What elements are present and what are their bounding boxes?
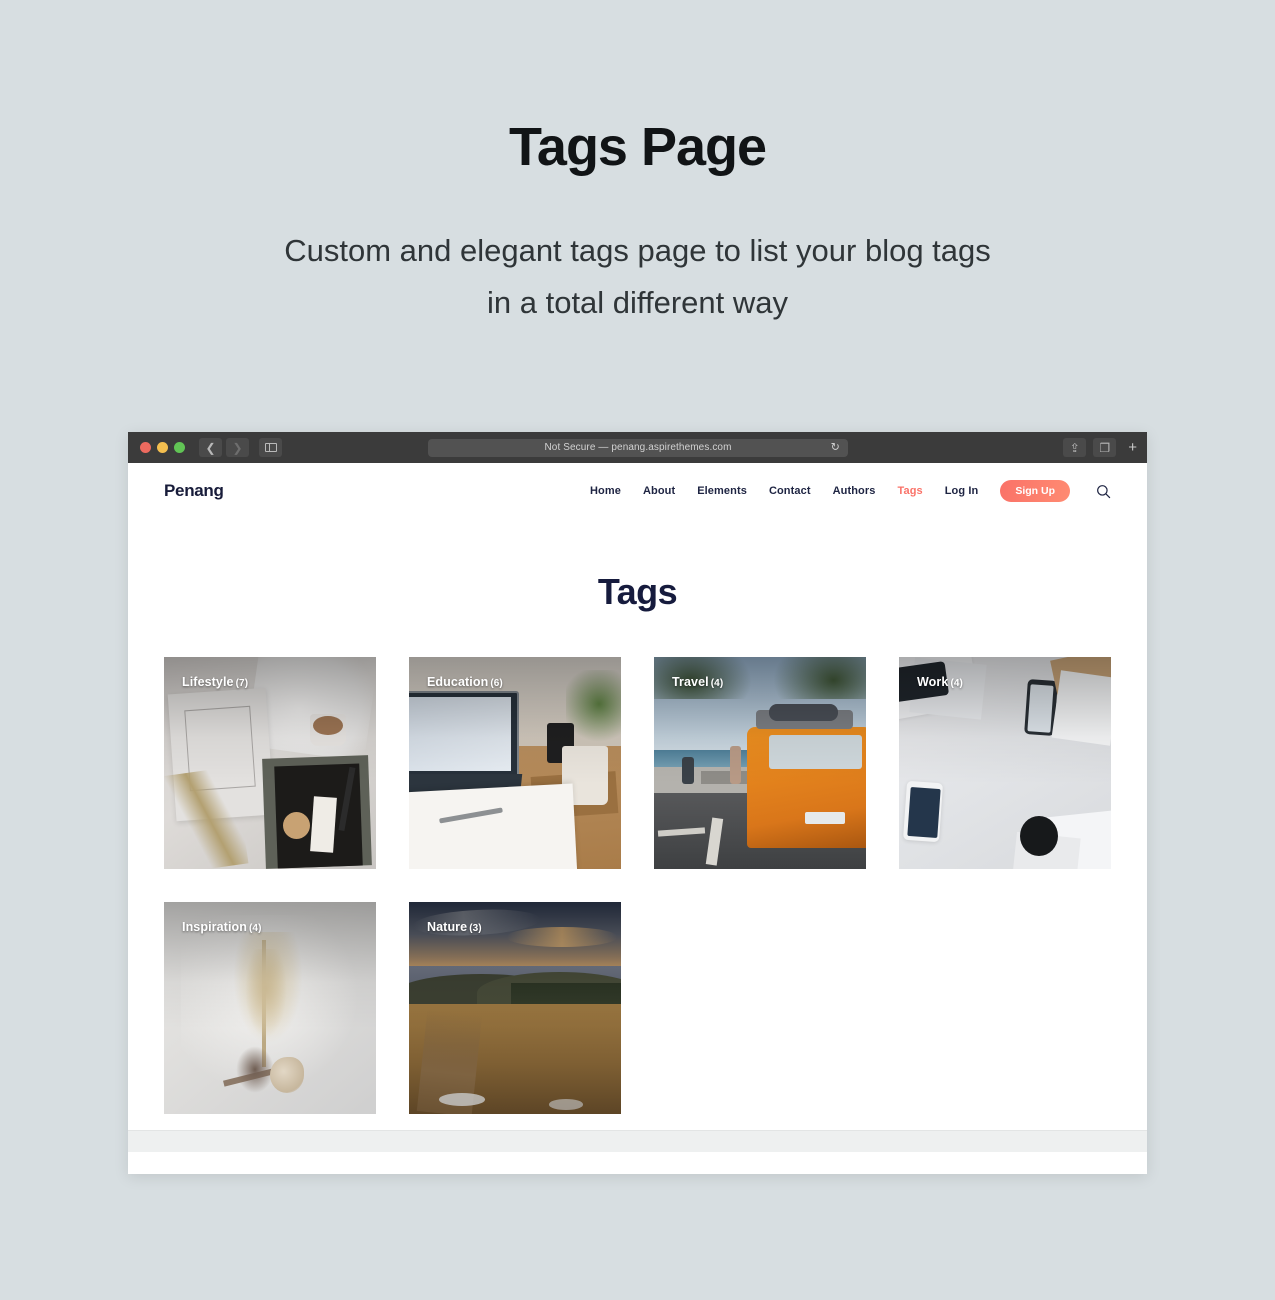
tag-label-travel: Travel (4)	[672, 675, 723, 689]
tag-card-nature[interactable]: Nature (3)	[409, 902, 621, 1114]
tag-count: (4)	[950, 678, 963, 689]
close-window-button[interactable]	[140, 442, 151, 453]
reload-icon[interactable]: ↻	[831, 442, 840, 453]
site-navbar: Penang Home About Elements Contact Autho…	[128, 463, 1147, 519]
tag-label-nature: Nature (3)	[427, 920, 482, 934]
window-controls[interactable]	[140, 442, 185, 453]
tag-card-travel[interactable]: Travel (4)	[654, 657, 866, 869]
tag-name: Inspiration	[182, 920, 247, 934]
tag-card-education[interactable]: Education (6)	[409, 657, 621, 869]
nav-item-tags[interactable]: Tags	[897, 485, 922, 497]
nav-item-home[interactable]: Home	[590, 485, 621, 497]
website-viewport: Penang Home About Elements Contact Autho…	[128, 463, 1147, 1152]
share-icon[interactable]: ⇪	[1063, 438, 1087, 457]
tag-count: (6)	[490, 678, 503, 689]
sign-up-button[interactable]: Sign Up	[1000, 479, 1070, 503]
maximize-window-button[interactable]	[174, 442, 185, 453]
promo-header: Tags Page Custom and elegant tags page t…	[0, 0, 1275, 328]
tag-name: Nature	[427, 920, 468, 934]
tag-name: Education	[427, 675, 489, 689]
tags-grid: Lifestyle (7) Education (6) Travel (4) W…	[128, 657, 1147, 1114]
tag-count: (4)	[249, 923, 262, 934]
search-icon[interactable]	[1096, 484, 1111, 499]
nav-item-elements[interactable]: Elements	[697, 485, 747, 497]
tag-name: Work	[917, 675, 949, 689]
tag-count: (4)	[710, 678, 724, 689]
tag-card-work[interactable]: Work (4)	[899, 657, 1111, 869]
tag-label-lifestyle: Lifestyle (7)	[182, 675, 248, 689]
nav-item-authors[interactable]: Authors	[833, 485, 876, 497]
site-logo[interactable]: Penang	[164, 481, 224, 501]
tab-overview-icon[interactable]: ❐	[1093, 438, 1117, 457]
tag-label-inspiration: Inspiration (4)	[182, 920, 262, 934]
minimize-window-button[interactable]	[157, 442, 168, 453]
browser-toolbar: ❮ ❯ Not Secure — penang.aspirethemes.com…	[128, 432, 1147, 463]
back-chevron-icon[interactable]: ❮	[199, 438, 222, 457]
site-nav-links: Home About Elements Contact Authors Tags…	[590, 479, 1111, 503]
tags-page-heading: Tags	[597, 571, 678, 612]
forward-chevron-icon[interactable]: ❯	[226, 438, 249, 457]
tag-card-inspiration[interactable]: Inspiration (4)	[164, 902, 376, 1114]
new-tab-button[interactable]: +	[1123, 440, 1137, 455]
tag-count: (7)	[235, 678, 249, 689]
address-bar-text: Not Secure — penang.aspirethemes.com	[544, 442, 732, 453]
tag-name: Travel	[672, 675, 709, 689]
nav-item-contact[interactable]: Contact	[769, 485, 811, 497]
toolbar-right-controls: ⇪ ❐ +	[1063, 432, 1137, 463]
nav-item-login[interactable]: Log In	[945, 485, 979, 497]
address-bar[interactable]: Not Secure — penang.aspirethemes.com ↻	[428, 438, 848, 457]
sidebar-toggle-icon[interactable]	[259, 438, 282, 457]
page-subtitle-line-1: Custom and elegant tags page to list you…	[284, 233, 991, 269]
nav-item-about[interactable]: About	[643, 485, 675, 497]
page-subtitle-line-2: in a total different way	[487, 284, 788, 320]
browser-window: ❮ ❯ Not Secure — penang.aspirethemes.com…	[128, 432, 1147, 1174]
navigation-buttons: ❮ ❯	[199, 438, 249, 457]
tag-label-education: Education (6)	[427, 675, 503, 689]
page-title: Tags Page	[508, 117, 767, 177]
tag-card-lifestyle[interactable]: Lifestyle (7)	[164, 657, 376, 869]
tag-count: (3)	[469, 923, 482, 934]
page-subtitle: Custom and elegant tags page to list you…	[0, 225, 1275, 327]
tag-name: Lifestyle	[182, 675, 234, 689]
browser-bottom-strip	[128, 1130, 1147, 1152]
tag-label-work: Work (4)	[917, 675, 963, 689]
